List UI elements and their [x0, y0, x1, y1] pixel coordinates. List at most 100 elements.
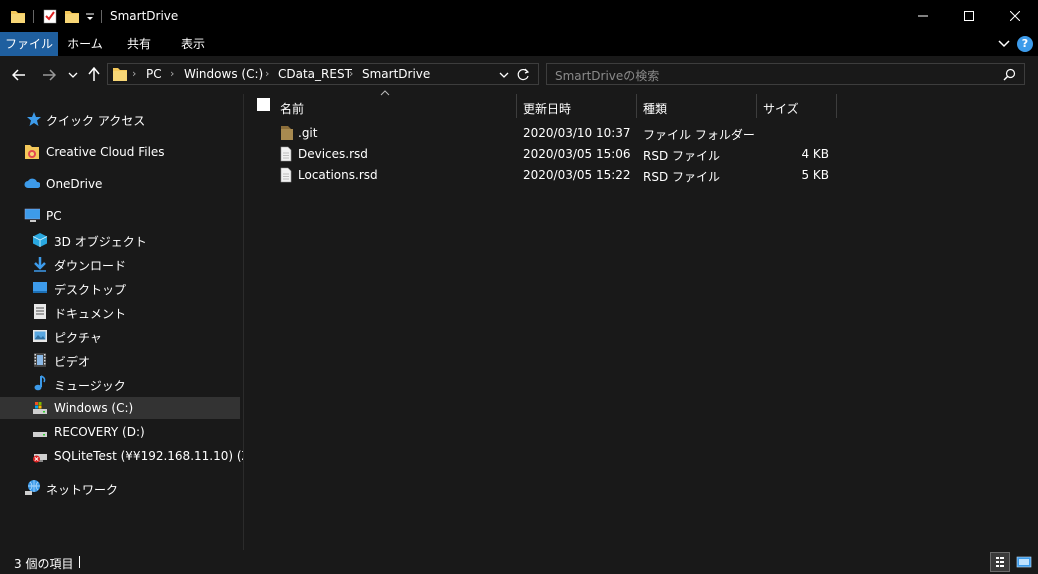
folder-icon	[281, 126, 293, 140]
drive-icon	[33, 432, 47, 437]
nav-desktop[interactable]: デスクトップ	[0, 277, 240, 299]
new-folder-icon[interactable]	[64, 8, 80, 24]
breadcrumb-pc[interactable]: PC	[146, 67, 162, 81]
column-header-size[interactable]: サイズ	[763, 98, 799, 120]
star-icon	[27, 112, 41, 126]
nav-label: ミュージック	[54, 379, 126, 393]
sort-ascending-icon	[380, 90, 390, 96]
nav-label: PC	[46, 209, 62, 223]
breadcrumb-separator[interactable]: ›	[265, 67, 269, 80]
column-header-name[interactable]: 名前	[280, 98, 304, 120]
column-separator[interactable]	[636, 94, 637, 118]
search-box[interactable]: SmartDriveの検索	[546, 63, 1025, 85]
nav-label: Windows (C:)	[54, 401, 134, 415]
tab-home[interactable]: ホーム	[58, 32, 112, 56]
column-separator[interactable]	[836, 94, 837, 118]
nav-label: デスクトップ	[54, 283, 127, 297]
nav-onedrive[interactable]: OneDrive	[0, 173, 240, 195]
nav-pc[interactable]: PC	[0, 205, 240, 227]
file-icon	[280, 167, 292, 183]
column-header-type[interactable]: 種類	[643, 98, 667, 120]
nav-3d-objects[interactable]: 3D オブジェクト	[0, 229, 240, 251]
nav-label: クイック アクセス	[46, 114, 146, 128]
download-arrow-icon	[34, 257, 46, 272]
file-date: 2020/03/10 10:37	[523, 126, 631, 140]
onedrive-cloud-icon	[24, 178, 40, 188]
nav-label: ピクチャ	[54, 331, 102, 345]
column-header-date[interactable]: 更新日時	[523, 98, 571, 120]
nav-label: SQLiteTest (¥¥192.168.11.10) (Z:)	[54, 449, 259, 463]
close-button[interactable]	[992, 0, 1038, 32]
recent-locations-icon[interactable]	[68, 70, 78, 80]
file-name: .git	[298, 126, 318, 140]
refresh-icon[interactable]	[517, 68, 530, 81]
select-all-checkbox[interactable]	[257, 98, 270, 111]
expand-ribbon-icon[interactable]	[998, 39, 1010, 49]
nav-sqlitetest-z[interactable]: SQLiteTest (¥¥192.168.11.10) (Z:)	[0, 445, 258, 467]
maximize-icon	[964, 11, 974, 21]
ribbon-tabs: ファイル ホーム 共有 表示 ?	[0, 32, 1038, 56]
picture-icon	[33, 330, 47, 342]
title-bar: SmartDrive	[0, 0, 1038, 32]
status-separator	[79, 556, 80, 568]
nav-downloads[interactable]: ダウンロード	[0, 253, 240, 275]
large-icons-view-icon	[1016, 556, 1032, 568]
column-separator[interactable]	[516, 94, 517, 118]
large-icons-view-button[interactable]	[1014, 552, 1034, 572]
help-icon[interactable]: ?	[1017, 36, 1033, 52]
file-size: 4 KB	[801, 147, 829, 161]
nav-network[interactable]: ネットワーク	[0, 477, 240, 499]
toolbar-separator	[101, 10, 102, 23]
tab-view[interactable]: 表示	[166, 32, 220, 56]
breadcrumb-separator[interactable]: ›	[349, 67, 353, 80]
nav-creative-cloud[interactable]: Creative Cloud Files	[0, 141, 240, 163]
address-bar[interactable]: › PC › Windows (C:) › CData_REST › Smart…	[107, 63, 539, 85]
computer-icon	[24, 208, 40, 222]
search-input[interactable]: SmartDriveの検索	[555, 67, 659, 84]
breadcrumb-windows-c[interactable]: Windows (C:)	[184, 67, 263, 81]
nav-documents[interactable]: ドキュメント	[0, 301, 240, 323]
customize-toolbar-icon[interactable]	[84, 8, 96, 24]
tab-file[interactable]: ファイル	[0, 32, 58, 56]
file-name: Locations.rsd	[298, 168, 378, 182]
breadcrumb-separator[interactable]: ›	[170, 67, 174, 80]
file-row[interactable]: .git 2020/03/10 10:37 ファイル フォルダー	[275, 123, 835, 144]
nav-pictures[interactable]: ピクチャ	[0, 325, 240, 347]
nav-label: RECOVERY (D:)	[54, 425, 145, 439]
details-view-button[interactable]	[990, 552, 1010, 572]
tab-share[interactable]: 共有	[112, 32, 166, 56]
nav-recovery-d[interactable]: RECOVERY (D:)	[0, 421, 240, 443]
forward-arrow-icon[interactable]	[42, 68, 56, 82]
properties-icon[interactable]	[42, 8, 58, 24]
minimize-icon	[918, 15, 928, 17]
file-icon	[280, 146, 292, 162]
window-title: SmartDrive	[110, 9, 179, 23]
item-count: 3 個の項目	[14, 557, 74, 571]
folder-icon[interactable]	[10, 8, 26, 24]
toolbar-separator	[33, 10, 34, 23]
search-icon[interactable]	[1003, 68, 1016, 81]
column-separator[interactable]	[756, 94, 757, 118]
nav-videos[interactable]: ビデオ	[0, 349, 240, 371]
file-name: Devices.rsd	[298, 147, 368, 161]
breadcrumb-smartdrive[interactable]: SmartDrive	[362, 67, 430, 81]
breadcrumb-separator[interactable]: ›	[132, 67, 136, 80]
file-size: 5 KB	[801, 168, 829, 182]
breadcrumb-cdata-rest[interactable]: CData_REST	[278, 67, 352, 81]
file-date: 2020/03/05 15:06	[523, 147, 631, 161]
nav-label: ダウンロード	[54, 259, 127, 273]
maximize-button[interactable]	[946, 0, 992, 32]
nav-quick-access[interactable]: クイック アクセス	[0, 108, 240, 130]
nav-windows-c[interactable]: Windows (C:)	[0, 397, 240, 419]
nav-music[interactable]: ミュージック	[0, 373, 240, 395]
nav-label: 3D オブジェクト	[54, 235, 147, 249]
minimize-button[interactable]	[900, 0, 946, 32]
nav-label: ネットワーク	[46, 483, 119, 497]
back-arrow-icon[interactable]	[12, 68, 26, 82]
address-history-icon[interactable]	[499, 70, 509, 80]
desktop-icon	[33, 282, 47, 293]
file-row[interactable]: Locations.rsd 2020/03/05 15:22 RSD ファイル …	[275, 165, 835, 186]
up-arrow-icon[interactable]	[87, 67, 101, 82]
music-note-icon	[34, 375, 46, 391]
file-row[interactable]: Devices.rsd 2020/03/05 15:06 RSD ファイル 4 …	[275, 144, 835, 165]
